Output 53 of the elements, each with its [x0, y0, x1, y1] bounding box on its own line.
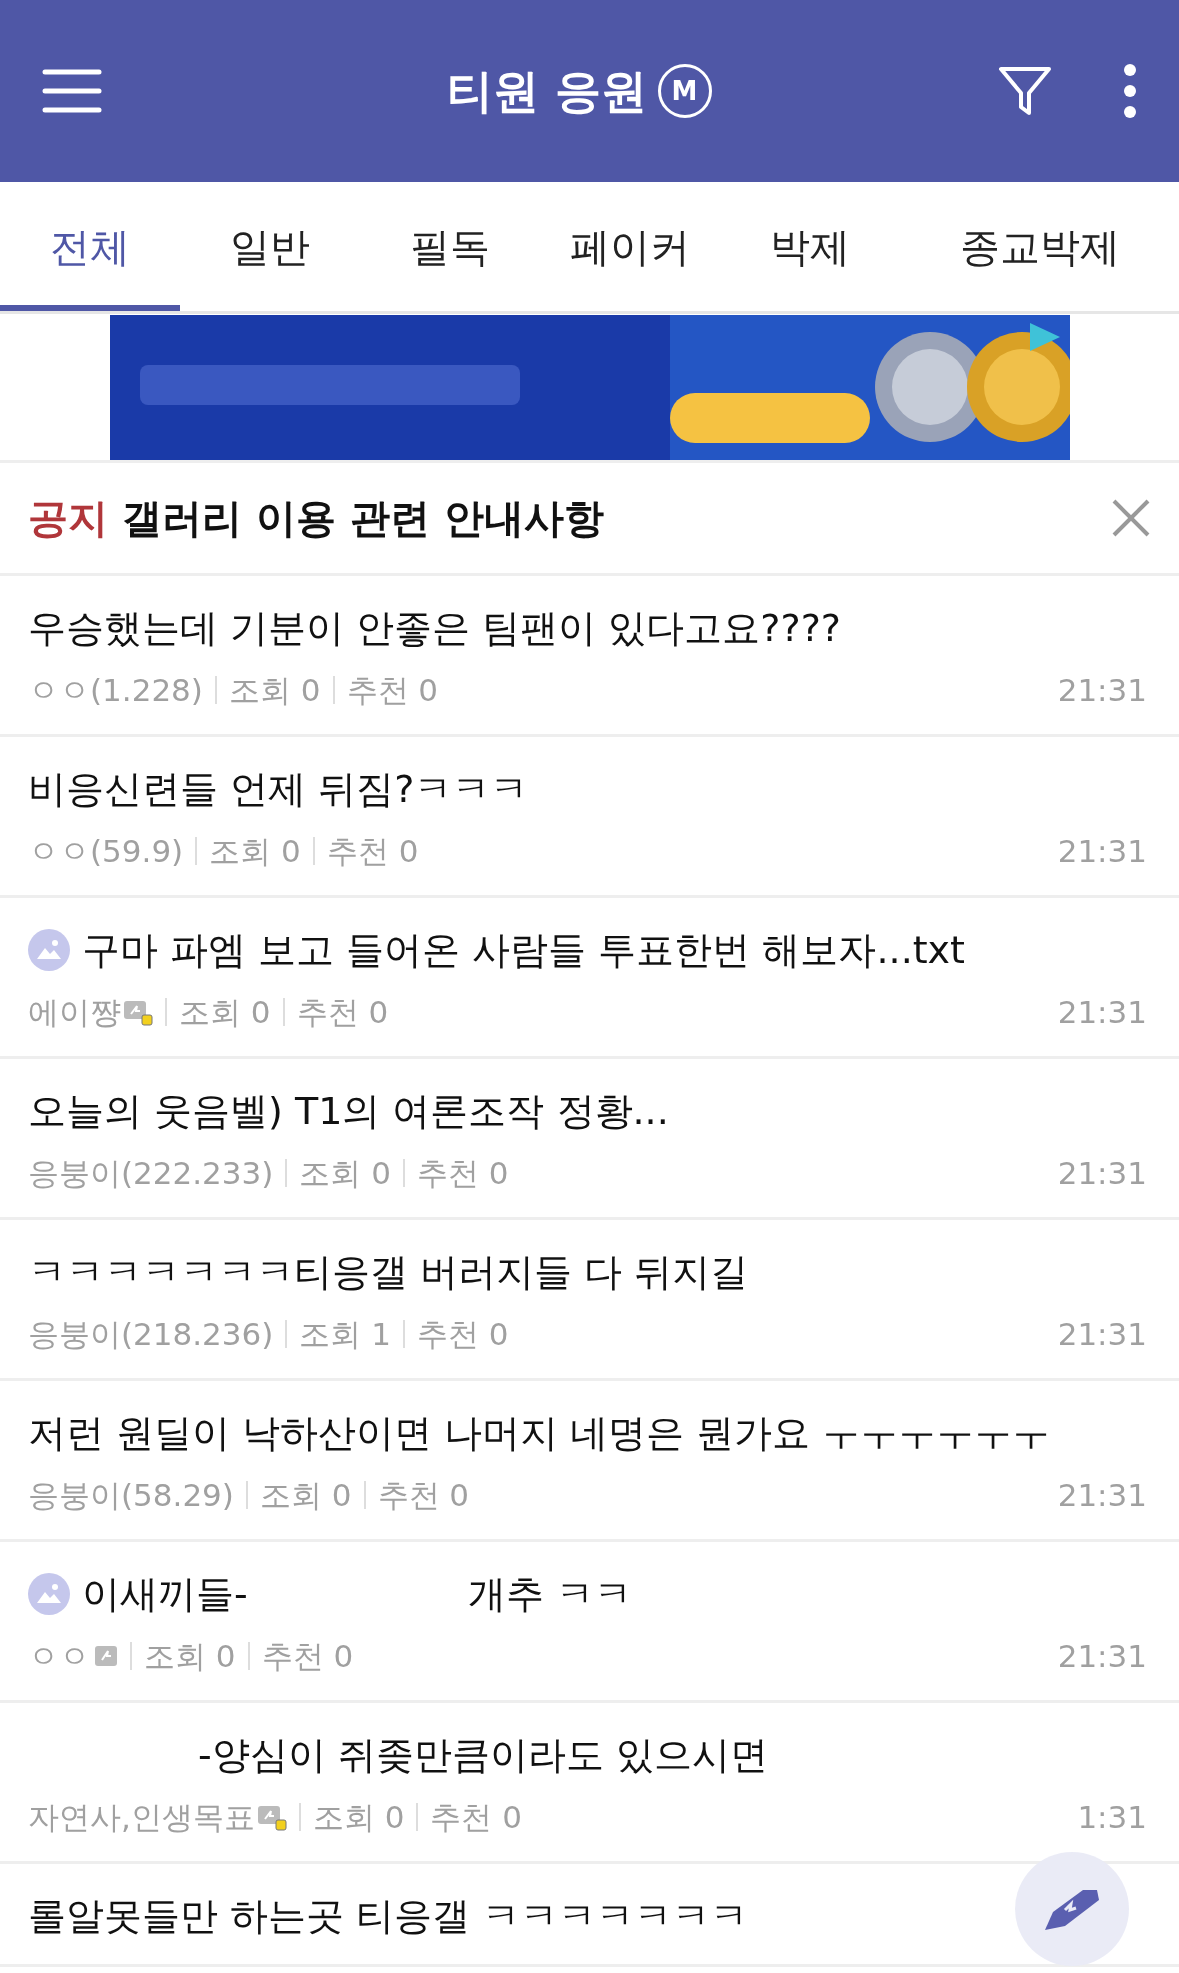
post-title[interactable]: 비응신련들 언제 뒤짐?ㅋㅋㅋ	[28, 760, 529, 818]
post-time: 21:31	[1057, 1314, 1147, 1354]
view-count: 조회 0	[312, 1797, 405, 1837]
tab[interactable]: 일반	[180, 182, 360, 311]
recommend-count: 추천 0	[416, 1153, 509, 1193]
view-count: 조회 0	[209, 831, 301, 871]
post-time: 1:31	[1077, 1797, 1147, 1837]
post-time: 21:31	[1057, 831, 1147, 871]
tab[interactable]: 종교박제	[900, 182, 1179, 311]
recommend-count: 추천 0	[326, 831, 419, 871]
post-row[interactable]: ㅋㅋㅋㅋㅋㅋㅋ티응갤 버러지들 다 뒤지길 응붕이(218.236) 조회 1 추천 0 21:31	[0, 1220, 1179, 1381]
post-title[interactable]: -양심이 쥐좆만큼이라도 있으시면	[198, 1726, 768, 1784]
post-row[interactable]: 오늘의 웃음벨) T1의 여론조작 정황... 응붕이(222.233) 조회 0 추천 0 21:31	[0, 1059, 1179, 1220]
notice-link[interactable]: 갤러리 이용 관련 안내사항	[122, 488, 604, 548]
recommend-count: 추천 0	[296, 992, 389, 1032]
minor-gallery-badge: M	[657, 64, 712, 118]
post-row[interactable]: 이새끼들- 개추 ㅋㅋ ㅇㅇ 조회 0 추천 0 21:31	[0, 1542, 1179, 1703]
close-icon[interactable]	[1111, 498, 1151, 538]
more-icon[interactable]	[1123, 63, 1137, 119]
post-title[interactable]: 오늘의 웃음벨) T1의 여론조작 정황...	[28, 1082, 669, 1140]
recommend-count: 추천 0	[261, 1636, 354, 1676]
recommend-count: 추천 0	[430, 1797, 522, 1837]
post-row[interactable]: 우승했는데 기분이 안좋은 팀팬이 있다고요???? ㅇㅇ(1.228) 조회 0 추천 0 21:31	[0, 576, 1179, 737]
post-time: 21:31	[1057, 1153, 1147, 1193]
view-count: 조회 0	[228, 670, 321, 710]
post-title[interactable]: 롤알못들만 하는곳 티응갤 ㅋㅋㅋㅋㅋㅋㅋ	[28, 1887, 749, 1945]
recommend-count: 추천 0	[416, 1314, 509, 1354]
tab[interactable]: 필독	[360, 182, 540, 311]
view-count: 조회 0	[179, 992, 271, 1032]
post-time: 21:31	[1057, 670, 1147, 710]
recommend-count: 추천 0	[377, 1475, 470, 1515]
post-title[interactable]: 저런 원딜이 낙하산이면 나머지 네명은 뭔가요 ㅜㅜㅜㅜㅜㅜ	[28, 1404, 1051, 1462]
post-title[interactable]: 개추 ㅋㅋ	[467, 1565, 632, 1623]
tab[interactable]: 박제	[720, 182, 900, 311]
post-time: 21:31	[1057, 1636, 1147, 1676]
post-row[interactable]: 비응신련들 언제 뒤짐?ㅋㅋㅋ ㅇㅇ(59.9) 조회 0 추천 0 21:31	[0, 737, 1179, 898]
post-time: 21:31	[1057, 992, 1147, 1032]
view-count: 조회 0	[144, 1636, 236, 1676]
menu-icon[interactable]	[42, 68, 102, 114]
post-title[interactable]: 구마 파엠 보고 들어온 사람들 투표한번 해보자...txt	[82, 921, 965, 979]
notice-tag: 공지	[28, 488, 108, 548]
post-title[interactable]: 이새끼들-	[82, 1565, 248, 1623]
view-count: 조회 0	[299, 1153, 391, 1193]
view-count: 조회 0	[259, 1475, 352, 1515]
gallery-title: 티원 응원	[447, 62, 648, 120]
post-row[interactable]: 저런 원딜이 낙하산이면 나머지 네명은 뭔가요 ㅜㅜㅜㅜㅜㅜ 응붕이(58.29) 조회 0 추천 0 21:31	[0, 1381, 1179, 1542]
post-time: 21:31	[1057, 1475, 1147, 1515]
tab[interactable]: 페이커	[540, 182, 720, 311]
view-count: 조회 1	[299, 1314, 391, 1354]
post-title[interactable]: ㅋㅋㅋㅋㅋㅋㅋ티응갤 버러지들 다 뒤지길	[28, 1243, 749, 1301]
post-row[interactable]: 구마 파엠 보고 들어온 사람들 투표한번 해보자...txt 에이쨩 조회 0 추천 0 21:31	[0, 898, 1179, 1059]
post-title[interactable]: 우승했는데 기분이 안좋은 팀팬이 있다고요????	[28, 599, 841, 657]
recommend-count: 추천 0	[346, 670, 439, 710]
